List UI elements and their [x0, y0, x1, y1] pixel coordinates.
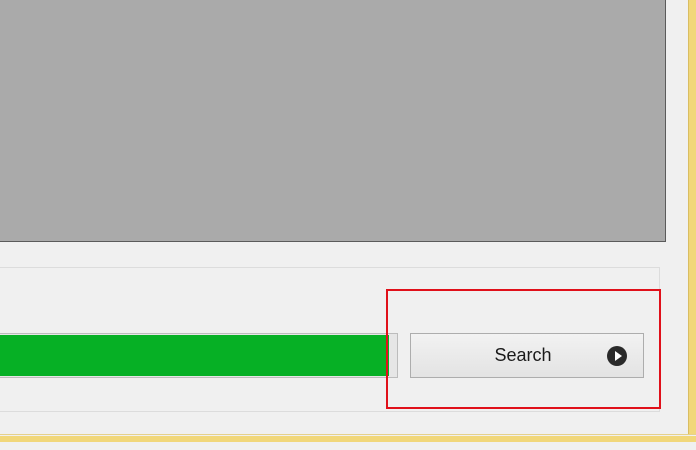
window-right-border [688, 0, 696, 450]
progress-fill [0, 335, 390, 376]
window-bottom-border [0, 434, 696, 450]
play-circle-icon [607, 346, 627, 366]
window-frame: Search [0, 0, 696, 450]
results-pane [0, 0, 666, 242]
search-button[interactable]: Search [410, 333, 644, 378]
search-button-label: Search [494, 345, 552, 365]
search-progress-bar [0, 333, 398, 378]
